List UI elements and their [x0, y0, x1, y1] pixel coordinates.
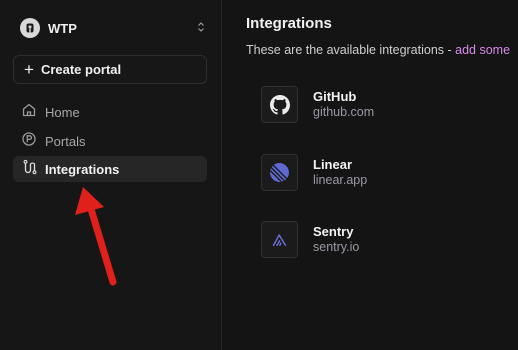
workspace-avatar [20, 18, 40, 38]
annotation-arrow-icon [75, 187, 117, 286]
main-content: Integrations These are the available int… [223, 0, 518, 350]
integration-item-sentry[interactable]: Sentry sentry.io [261, 221, 511, 259]
workspace-name: WTP [48, 20, 77, 36]
integration-url: linear.app [313, 173, 368, 187]
sidebar-item-label: Home [45, 104, 80, 120]
workspace-logo-icon [26, 23, 34, 33]
add-some-link[interactable]: add some [455, 43, 510, 57]
integrations-icon [21, 159, 37, 180]
create-portal-label: Create portal [40, 62, 122, 77]
linear-icon [261, 154, 298, 191]
workspace-switcher[interactable]: WTP [20, 17, 205, 39]
sentry-icon [261, 221, 298, 258]
page-subtitle: These are the available integrations - a… [246, 43, 510, 57]
create-portal-button[interactable]: + Create portal [13, 55, 207, 84]
integration-name: GitHub [313, 89, 357, 104]
sidebar-item-portals[interactable]: Portals [13, 128, 207, 154]
portals-icon [21, 131, 37, 152]
integration-name: Linear [313, 157, 353, 172]
page-title: Integrations [246, 15, 332, 32]
github-icon [261, 86, 298, 123]
integration-url: github.com [313, 105, 375, 119]
chevron-updown-icon[interactable] [197, 20, 205, 38]
sidebar-item-home[interactable]: Home [13, 99, 207, 125]
integration-item-linear[interactable]: Linear linear.app [261, 154, 511, 192]
sidebar-item-label: Portals [45, 133, 86, 149]
plus-icon: + [24, 60, 34, 79]
integration-name: Sentry [313, 224, 354, 239]
subtitle-text: These are the available integrations - [246, 43, 456, 57]
integration-url: sentry.io [313, 240, 360, 254]
home-icon [21, 102, 37, 123]
integration-item-github[interactable]: GitHub github.com [261, 86, 511, 124]
